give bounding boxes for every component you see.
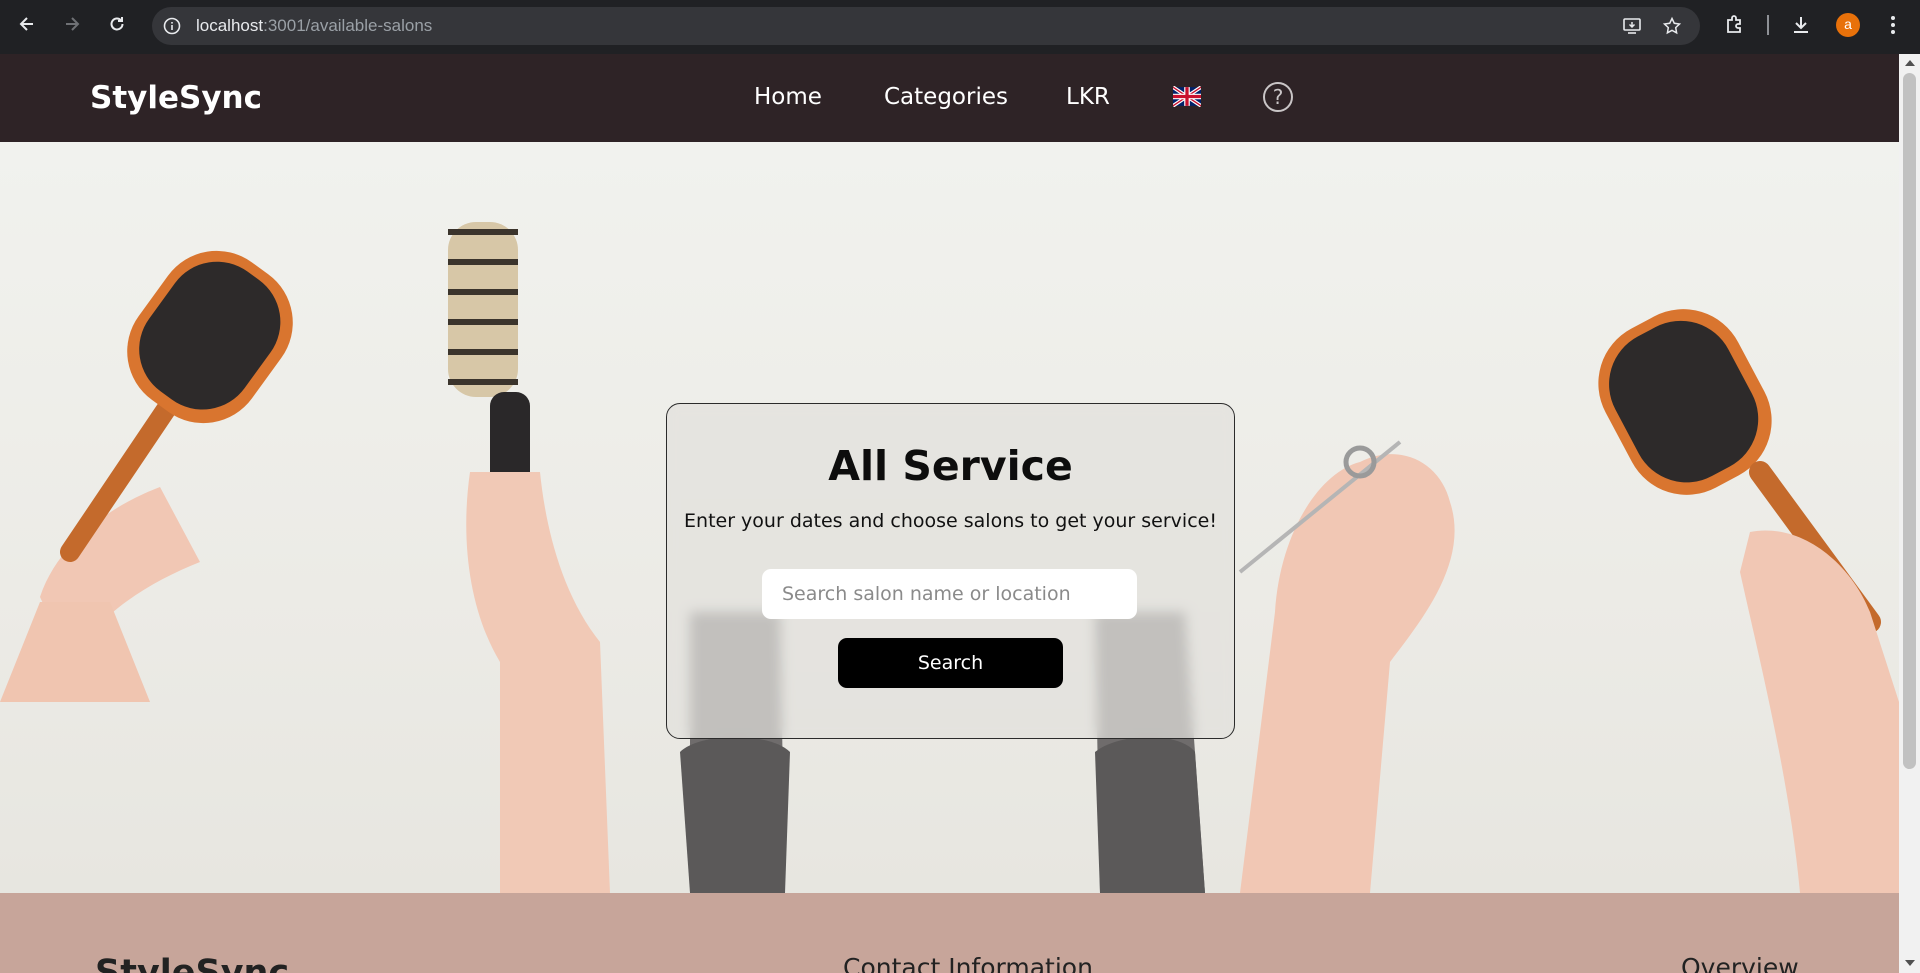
bookmark-star-icon[interactable] [1662,16,1682,36]
page-subtitle: Enter your dates and choose salons to ge… [684,510,1217,532]
search-input[interactable] [762,569,1137,619]
toolbar-separator [1767,15,1769,35]
site-logo[interactable]: StyleSync [90,80,262,116]
hero-section: All Service Enter your dates and choose … [0,142,1899,893]
hand-scissors-right [1238,440,1455,893]
search-button[interactable]: Search [838,638,1063,688]
footer-contact-heading: Contact Information [843,953,1093,973]
install-app-icon[interactable] [1622,16,1642,36]
arrow-left-icon [19,17,33,31]
url-text[interactable]: localhost:3001/available-salons [196,7,432,45]
back-button[interactable] [14,11,40,37]
paddle-brush-right [1598,309,1899,893]
extensions-icon[interactable] [1723,13,1747,37]
download-icon[interactable] [1789,13,1813,37]
search-card: All Service Enter your dates and choose … [666,403,1235,739]
nav-categories[interactable]: Categories [884,84,1008,110]
forward-button[interactable] [59,11,85,37]
page-title: All Service [828,442,1073,490]
site-header: StyleSync Home Categories LKR ? [0,54,1899,142]
round-brush [448,222,610,893]
site-footer: StyleSync Contact Information Overview [0,893,1899,973]
browser-toolbar: localhost:3001/available-salons a [0,0,1920,54]
site-info-icon[interactable] [162,16,182,36]
scroll-up-icon[interactable] [1904,58,1916,68]
more-vert-icon[interactable] [1881,13,1905,37]
uk-flag-icon[interactable] [1173,86,1201,107]
reload-icon [110,17,124,31]
footer-logo: StyleSync [95,953,290,973]
address-bar[interactable]: localhost:3001/available-salons [152,7,1700,45]
footer-overview-heading: Overview [1681,953,1799,973]
help-icon[interactable]: ? [1263,82,1293,112]
scroll-down-icon[interactable] [1904,958,1916,968]
scrollbar-thumb[interactable] [1903,73,1916,769]
arrow-right-icon [66,17,80,31]
profile-avatar[interactable]: a [1836,13,1860,37]
paddle-brush-left [0,250,293,702]
reload-button[interactable] [104,11,130,37]
nav-home[interactable]: Home [754,84,822,110]
page-viewport: StyleSync Home Categories LKR ? All Serv… [0,54,1899,973]
nav-currency[interactable]: LKR [1066,84,1110,110]
